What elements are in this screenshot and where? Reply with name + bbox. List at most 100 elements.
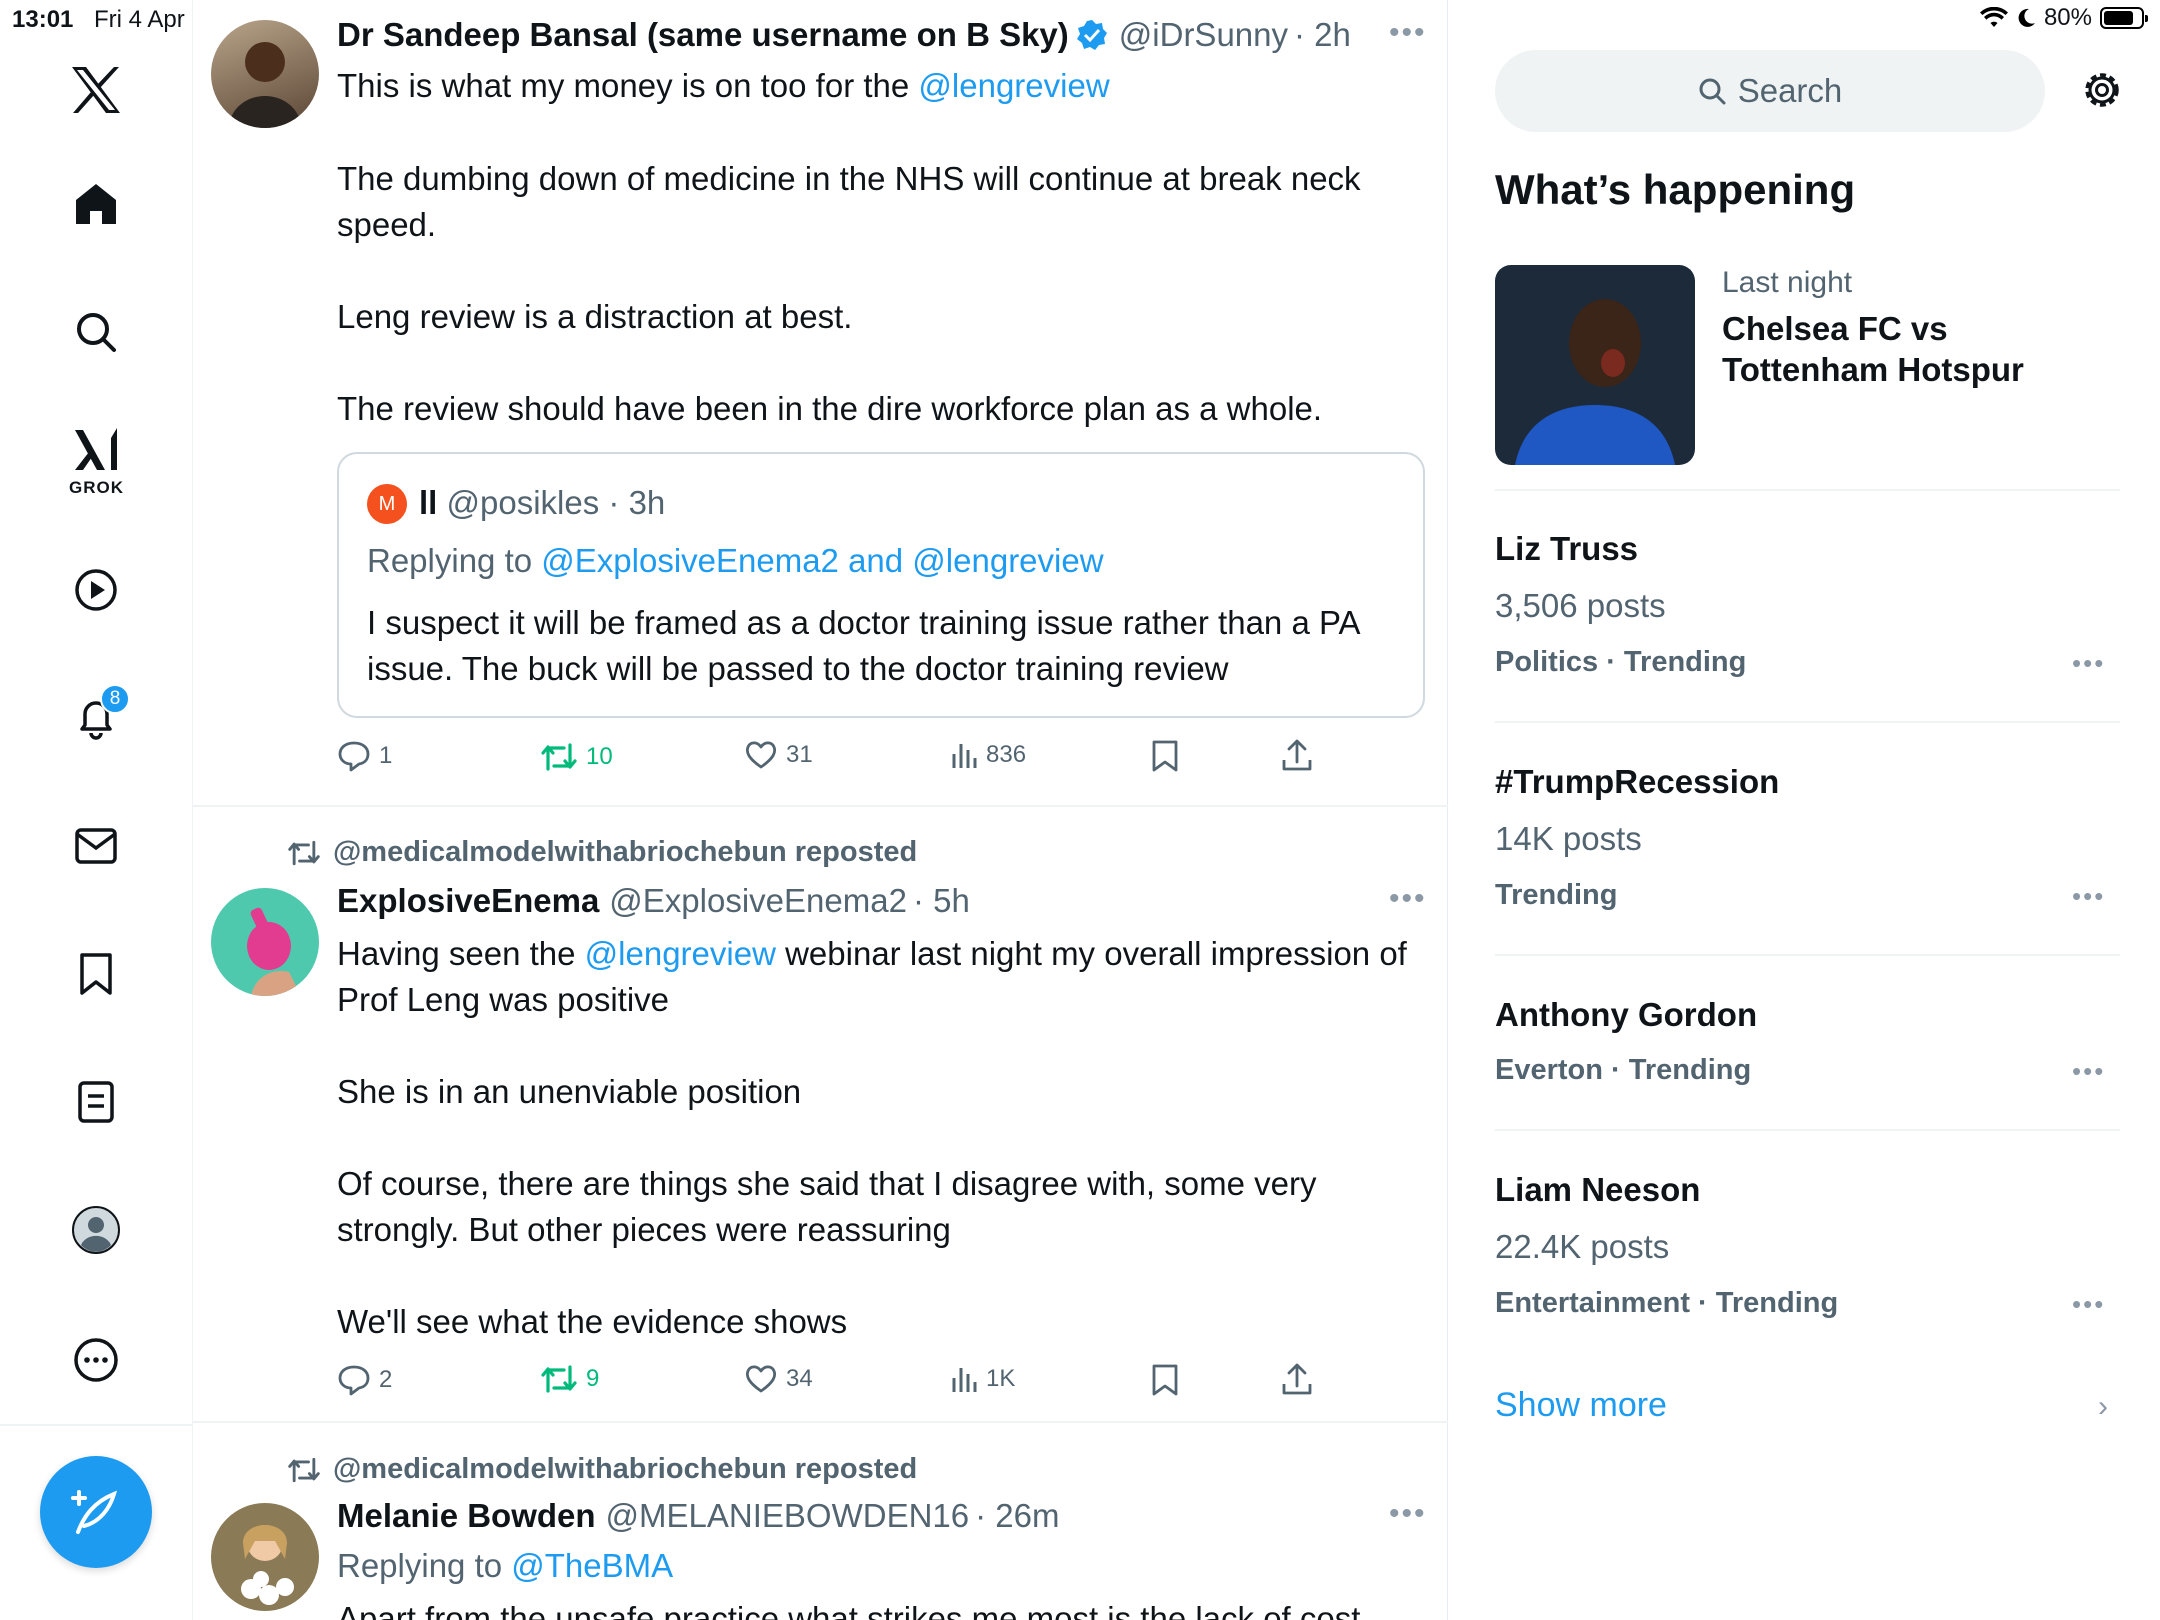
- moon-icon: [2018, 8, 2035, 27]
- trend-divider: [1495, 1129, 2120, 1131]
- quoted-post[interactable]: M ll @posikles · 3h Replying to @Explosi…: [337, 452, 1425, 718]
- quote-author: ll: [419, 484, 438, 521]
- repost-button[interactable]: 10: [540, 742, 613, 772]
- gear-icon[interactable]: [2078, 66, 2126, 114]
- like-count: 34: [786, 1365, 813, 1392]
- chevron-right-icon[interactable]: ›: [2098, 1390, 2108, 1424]
- post-more-icon[interactable]: •••: [1389, 882, 1427, 916]
- bell-icon[interactable]: 8: [66, 684, 130, 748]
- replying-to-link[interactable]: @TheBMA: [511, 1547, 673, 1584]
- post-more-icon[interactable]: •••: [1389, 16, 1427, 50]
- home-icon[interactable]: [66, 174, 126, 234]
- search-icon[interactable]: [66, 302, 126, 362]
- trend-name[interactable]: Liz Truss: [1495, 530, 1638, 568]
- post-header: Melanie Bowden @MELANIEBOWDEN16 · 26m: [337, 1497, 1060, 1535]
- trend-count: 14K posts: [1495, 820, 1642, 857]
- like-count: 31: [786, 741, 813, 768]
- author-name[interactable]: Melanie Bowden: [337, 1497, 596, 1535]
- post-text: Apart from the unsafe practice what stri…: [337, 1600, 1361, 1620]
- wifi-icon: [1979, 7, 2008, 27]
- post-text: Having seen the @lengreview webinar last…: [337, 931, 1422, 1023]
- trend-name[interactable]: Anthony Gordon: [1495, 996, 1757, 1034]
- quote-text: I suspect it will be framed as a doctor …: [367, 604, 1359, 687]
- author-name[interactable]: Dr Sandeep Bansal (same username on B Sk…: [337, 16, 1069, 54]
- timeline: Dr Sandeep Bansal (same username on B Sk…: [193, 0, 1448, 1620]
- trend-divider: [1495, 489, 2120, 491]
- event-title[interactable]: Chelsea FC vs Tottenham Hotspur: [1722, 308, 2052, 390]
- post-more-icon[interactable]: •••: [1389, 1497, 1427, 1531]
- bookmark-post-icon[interactable]: [1151, 1364, 1179, 1396]
- share-icon[interactable]: [1281, 1362, 1313, 1396]
- quote-header: ll @posikles · 3h: [419, 484, 665, 522]
- reply-icon: [338, 741, 370, 772]
- author-handle[interactable]: @ExplosiveEnema2: [609, 882, 907, 920]
- replying-prefix: Replying to: [367, 542, 542, 579]
- replying-prefix: Replying to: [337, 1547, 512, 1584]
- post-time: · 5h: [912, 882, 970, 919]
- bookmark-post-icon[interactable]: [1151, 740, 1179, 772]
- repost-icon: [541, 1365, 577, 1393]
- like-button[interactable]: 34: [744, 1364, 813, 1394]
- list-icon[interactable]: [66, 1072, 126, 1132]
- trend-more-icon[interactable]: •••: [2072, 648, 2105, 679]
- repost-context: @medicalmodelwithabriochebun reposted: [287, 1453, 917, 1486]
- search-placeholder: Search: [1737, 72, 1843, 109]
- views-button[interactable]: 1K: [950, 1364, 1015, 1394]
- grok-label: GROK: [69, 478, 124, 497]
- battery-icon: [2100, 7, 2148, 29]
- author-handle[interactable]: @iDrSunny: [1119, 16, 1288, 54]
- replying-to-link[interactable]: @ExplosiveEnema2 and @lengreview: [541, 542, 1103, 579]
- verified-icon: [1076, 20, 1107, 50]
- quote-replying: Replying to @ExplosiveEnema2 and @lengre…: [367, 542, 1104, 580]
- quote-avatar: M: [367, 484, 407, 524]
- mention-link[interactable]: @lengreview: [585, 935, 776, 972]
- event-time: Last night: [1722, 266, 1853, 299]
- trend-more-icon[interactable]: •••: [2072, 1289, 2105, 1320]
- x-logo[interactable]: [66, 60, 126, 120]
- play-icon[interactable]: [66, 560, 126, 620]
- post-text-start: This is what my money is on too for the: [337, 67, 919, 104]
- more-icon[interactable]: [66, 1330, 126, 1390]
- author-handle[interactable]: @MELANIEBOWDEN16: [606, 1497, 970, 1535]
- trend-category: Entertainment · Trending: [1495, 1287, 1839, 1319]
- like-button[interactable]: 31: [744, 740, 813, 770]
- trend-divider: [1495, 954, 2120, 956]
- views-count: 836: [986, 741, 1027, 768]
- mail-icon[interactable]: [66, 816, 126, 876]
- author-name[interactable]: ExplosiveEnema: [337, 882, 599, 920]
- status-indicators: 80%: [1979, 4, 2148, 32]
- avatar[interactable]: [211, 1503, 319, 1611]
- compose-icon: [71, 1490, 118, 1534]
- reposted-by[interactable]: @medicalmodelwithabriochebun reposted: [333, 1453, 917, 1486]
- trend-category: Trending: [1495, 879, 1618, 911]
- trend-name[interactable]: #TrumpRecession: [1495, 763, 1779, 801]
- views-button[interactable]: 836: [950, 740, 1026, 770]
- repost-count: 10: [586, 743, 613, 770]
- repost-button[interactable]: 9: [540, 1364, 599, 1394]
- trend-category: Politics · Trending: [1495, 646, 1747, 678]
- repost-count: 9: [586, 1365, 600, 1392]
- profile-icon[interactable]: [66, 1200, 126, 1260]
- repost-small-icon: [288, 840, 320, 865]
- post-paragraph: Leng review is a distraction at best.: [337, 298, 853, 335]
- post-paragraph: We'll see what the evidence shows: [337, 1303, 848, 1340]
- search-input[interactable]: Search: [1495, 50, 2045, 132]
- reply-button[interactable]: 1: [337, 740, 392, 772]
- repost-context: @medicalmodelwithabriochebun reposted: [287, 836, 917, 869]
- repost-icon: [541, 743, 577, 771]
- bookmark-icon[interactable]: [66, 944, 126, 1004]
- reposted-by[interactable]: @medicalmodelwithabriochebun reposted: [333, 836, 917, 869]
- show-more-link[interactable]: Show more: [1495, 1386, 1667, 1425]
- compose-button[interactable]: [40, 1456, 152, 1568]
- trend-more-icon[interactable]: •••: [2072, 1056, 2105, 1087]
- post-divider: [193, 1421, 1448, 1423]
- sidebar-divider: [0, 1424, 193, 1426]
- reply-button[interactable]: 2: [337, 1364, 392, 1396]
- avatar[interactable]: [211, 20, 319, 128]
- mention-link[interactable]: @lengreview: [918, 67, 1109, 104]
- avatar[interactable]: [211, 888, 319, 996]
- grok-icon[interactable]: [66, 420, 126, 480]
- trend-more-icon[interactable]: •••: [2072, 881, 2105, 912]
- share-icon[interactable]: [1281, 738, 1313, 772]
- trend-name[interactable]: Liam Neeson: [1495, 1171, 1700, 1209]
